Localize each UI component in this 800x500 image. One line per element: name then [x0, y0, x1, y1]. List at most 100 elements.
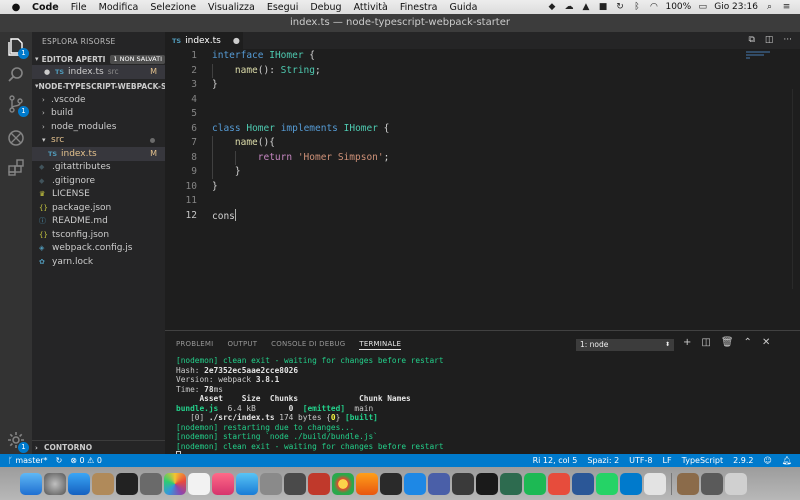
monitor-icon[interactable]	[452, 473, 474, 495]
tree-item[interactable]: ✿ yarn.lock	[32, 255, 165, 269]
iterm-icon[interactable]	[380, 473, 402, 495]
close-panel-icon[interactable]: ✕	[762, 337, 770, 348]
notification-center-icon[interactable]: ≡	[781, 2, 792, 12]
split-editor-icon[interactable]: ◫	[765, 35, 774, 45]
unsaved-dot-icon[interactable]: ●	[233, 36, 240, 45]
system-preferences-icon[interactable]	[260, 473, 282, 495]
menu-attivita[interactable]: Attività	[354, 2, 388, 13]
cursor-position[interactable]: Ri 12, col 5	[533, 456, 578, 465]
downloads-stack-icon[interactable]	[677, 473, 699, 495]
vlc-icon[interactable]: ▲	[580, 2, 591, 12]
language-mode[interactable]: TypeScript	[682, 456, 724, 465]
explorer-icon[interactable]: 1	[6, 36, 29, 59]
minimap[interactable]	[746, 51, 786, 60]
apple-icon[interactable]: ●	[10, 2, 22, 13]
photos-icon[interactable]	[164, 473, 186, 495]
finder-icon[interactable]	[20, 473, 42, 495]
extensions-icon[interactable]	[6, 158, 26, 178]
tree-item[interactable]: ◆ .gitattributes	[32, 161, 165, 175]
open-editor-item[interactable]: ● TS index.ts src M	[32, 65, 165, 79]
kill-terminal-icon[interactable]: 🗑	[721, 337, 734, 348]
tree-item[interactable]: ⓘ README.md	[32, 215, 165, 229]
problems-status[interactable]: ⊗ 0 ⚠ 0	[70, 456, 102, 465]
tree-item[interactable]: {} package.json	[32, 201, 165, 215]
tab-output[interactable]: OUTPUT	[227, 340, 257, 350]
unsaved-dot-icon[interactable]: ●	[44, 68, 55, 76]
app-store-icon[interactable]	[236, 473, 258, 495]
wifi-icon[interactable]: ◠	[648, 2, 659, 12]
menu-selezione[interactable]: Selezione	[150, 2, 196, 13]
indentation-status[interactable]: Spazi: 2	[587, 456, 619, 465]
tree-item[interactable]: ♛ LICENSE	[32, 188, 165, 202]
spotlight-icon[interactable]: ⌕	[764, 2, 775, 12]
bell-icon[interactable]: 🔔︎	[782, 456, 792, 465]
virtualbox-icon[interactable]	[428, 473, 450, 495]
open-changes-icon[interactable]: ⧉	[748, 35, 754, 45]
contacts-icon[interactable]	[92, 473, 114, 495]
menu-file[interactable]: File	[71, 2, 87, 13]
maximize-panel-icon[interactable]: ⌃	[744, 337, 752, 348]
sync-icon[interactable]: ↻	[56, 456, 63, 465]
search-icon[interactable]	[6, 65, 26, 85]
tree-item[interactable]: ◆ .gitignore	[32, 174, 165, 188]
menu-modifica[interactable]: Modifica	[99, 2, 139, 13]
encoding-status[interactable]: UTF-8	[629, 456, 652, 465]
music-icon[interactable]	[212, 473, 234, 495]
telegram-icon[interactable]	[404, 473, 426, 495]
tree-item[interactable]: › .vscode	[32, 93, 165, 107]
safari-icon[interactable]	[68, 473, 90, 495]
menubar-clock[interactable]: Gio 23:16	[714, 2, 758, 12]
tab-index-ts[interactable]: TS index.ts ●	[165, 32, 243, 49]
outline-header[interactable]: › CONTORNO	[32, 440, 165, 454]
tab-terminal[interactable]: TERMINALE	[359, 340, 402, 350]
sync-icon[interactable]: ↻	[614, 2, 625, 12]
open-editors-header[interactable]: ▾ EDITOR APERTI 1 NON SALVATI	[32, 52, 165, 66]
documents-stack-icon[interactable]	[701, 473, 723, 495]
menu-visualizza[interactable]: Visualizza	[208, 2, 255, 13]
activity-monitor-icon[interactable]	[284, 473, 306, 495]
battery-icon[interactable]: ▭	[697, 2, 708, 12]
split-terminal-icon[interactable]: ◫	[701, 337, 710, 348]
code-editor[interactable]: 1 interface IHomer { 2 name(): String; 3}…	[165, 49, 800, 330]
smiley-feedback-icon[interactable]: ☺	[764, 456, 772, 465]
skype-icon[interactable]	[644, 473, 666, 495]
terminal-icon[interactable]	[116, 473, 138, 495]
word-icon[interactable]	[572, 473, 594, 495]
preview-icon[interactable]	[308, 473, 330, 495]
app-red-icon[interactable]	[548, 473, 570, 495]
editor-scrollbar[interactable]	[792, 89, 800, 289]
tab-problems[interactable]: PROBLEMI	[176, 340, 213, 350]
terminal-select[interactable]: 1: node ⬍	[576, 339, 674, 351]
tree-item[interactable]: › build	[32, 107, 165, 121]
dropbox-icon[interactable]: ◆	[546, 2, 557, 12]
tree-item[interactable]: ◈ webpack.config.js	[32, 242, 165, 256]
calendar-icon[interactable]	[140, 473, 162, 495]
more-actions-icon[interactable]: ···	[783, 35, 792, 45]
bluetooth-icon[interactable]: ᛒ	[631, 2, 642, 12]
vlc-dock-icon[interactable]	[356, 473, 378, 495]
menu-debug[interactable]: Debug	[310, 2, 341, 13]
tree-item[interactable]: {} tsconfig.json	[32, 228, 165, 242]
tab-debug-console[interactable]: CONSOLE DI DEBUG	[271, 340, 345, 350]
settings-gear-icon[interactable]: 1	[6, 430, 29, 453]
debug-icon[interactable]	[6, 128, 26, 148]
tree-item-active[interactable]: TS index.ts M	[32, 147, 165, 161]
trash-icon[interactable]	[725, 473, 747, 495]
chrome-icon[interactable]	[332, 473, 354, 495]
istat-icon[interactable]	[476, 473, 498, 495]
project-header[interactable]: ▾ NODE-TYPESCRIPT-WEBPACK-S...	[32, 79, 165, 93]
sourcetree-icon[interactable]	[500, 473, 522, 495]
menu-guida[interactable]: Guida	[450, 2, 478, 13]
typescript-version[interactable]: 2.9.2	[733, 456, 753, 465]
menu-app[interactable]: Code	[32, 2, 59, 13]
menu-esegui[interactable]: Esegui	[267, 2, 299, 13]
battery-percentage[interactable]: 100%	[665, 2, 691, 12]
new-terminal-icon[interactable]: +	[683, 337, 691, 348]
terminal-output[interactable]: [nodemon] clean exit - waiting for chang…	[176, 356, 786, 461]
docker-icon[interactable]: ■	[597, 2, 608, 12]
tree-item[interactable]: › node_modules	[32, 120, 165, 134]
whatsapp-icon[interactable]	[596, 473, 618, 495]
cloud-icon[interactable]: ☁	[563, 2, 574, 12]
vscode-icon[interactable]	[620, 473, 642, 495]
spotify-icon[interactable]	[524, 473, 546, 495]
